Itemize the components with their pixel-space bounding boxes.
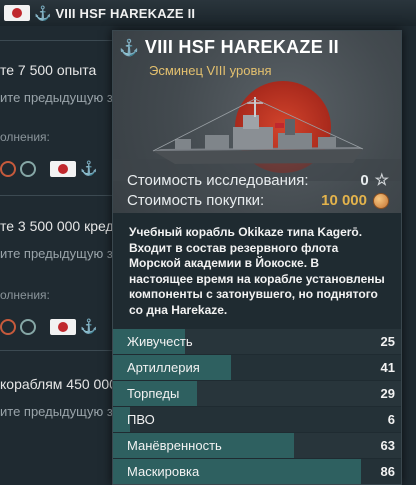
stat-row: Манёвренность 63 xyxy=(113,433,401,458)
purchase-cost-value-group: 10 000 xyxy=(321,192,389,209)
mission-condition-text: ите предыдущую за xyxy=(0,90,121,105)
stat-value: 25 xyxy=(380,334,395,349)
japan-flag-icon xyxy=(50,160,76,177)
stat-label: Манёвренность xyxy=(127,438,222,453)
research-cost-value-group: 0 ☆ xyxy=(360,170,389,190)
ship-tooltip-header: ⚓ VIII HSF HAREKAZE II Эсминец VIII уров… xyxy=(113,31,401,213)
mission-icons-row: ⚓ xyxy=(0,318,97,335)
divider xyxy=(0,195,112,196)
mission-condition-text: ите предыдущую за xyxy=(0,404,121,419)
stat-label: ПВО xyxy=(127,412,155,427)
ship-class-level: Эсминец VIII уровня xyxy=(149,63,272,78)
commander-icon[interactable] xyxy=(0,160,16,177)
anchor-icon: ⚓ xyxy=(80,160,98,176)
stat-row: Торпеды 29 xyxy=(113,381,401,406)
stat-value: 63 xyxy=(380,438,395,453)
stat-label: Артиллерия xyxy=(127,360,200,375)
experience-star-icon: ☆ xyxy=(374,172,389,189)
purchase-cost-row: Стоимость покупки: 10 000 xyxy=(127,192,389,209)
stat-label: Маскировка xyxy=(127,464,200,479)
stat-label: Торпеды xyxy=(127,386,180,401)
stat-row: Маскировка 86 xyxy=(113,459,401,484)
compass-icon[interactable] xyxy=(20,160,36,177)
stat-value: 29 xyxy=(380,386,395,401)
purchase-cost-value: 10 000 xyxy=(321,192,367,209)
divider xyxy=(0,40,112,41)
anchor-icon: ⚓ xyxy=(119,39,139,57)
page-header: ⚓ VIII HSF HAREKAZE II xyxy=(0,0,416,26)
credits-coin-icon xyxy=(373,192,389,209)
stat-label: Живучесть xyxy=(127,334,193,349)
mission-conditions-label: олнения: xyxy=(0,288,50,302)
research-cost-row: Стоимость исследования: 0 ☆ xyxy=(127,170,389,190)
japan-flag-icon xyxy=(4,5,30,21)
research-cost-value: 0 xyxy=(360,171,369,189)
purchase-cost-label: Стоимость покупки: xyxy=(127,192,265,209)
mission-condition-text: ите предыдущую за xyxy=(0,246,121,261)
stat-row: Артиллерия 41 xyxy=(113,355,401,380)
page-title: VIII HSF HAREKAZE II xyxy=(55,5,196,21)
ship-description: Учебный корабль Okikaze типа Kagerō. Вхо… xyxy=(113,213,401,317)
stat-row: ПВО 6 xyxy=(113,407,401,432)
stat-value: 6 xyxy=(387,412,395,427)
stat-row: Живучесть 25 xyxy=(113,329,401,354)
stat-value: 86 xyxy=(380,464,395,479)
compass-icon[interactable] xyxy=(20,318,36,335)
mission-conditions-label: олнения: xyxy=(0,130,50,144)
research-cost-label: Стоимость исследования: xyxy=(127,171,309,189)
mission-icons-row: ⚓ xyxy=(0,160,97,177)
stat-value: 41 xyxy=(380,360,395,375)
anchor-icon: ⚓ xyxy=(34,4,52,21)
anchor-icon: ⚓ xyxy=(80,318,98,334)
ship-stats: Живучесть 25 Артиллерия 41 Торпеды 29 ПВО 6 Манё… xyxy=(113,329,401,485)
divider xyxy=(0,350,112,351)
japan-flag-icon xyxy=(50,318,76,335)
mission-reward-text: те 7 500 опыта xyxy=(0,62,97,78)
ship-name: VIII HSF HAREKAZE II xyxy=(144,37,339,57)
ship-illustration xyxy=(113,81,401,181)
commander-icon[interactable] xyxy=(0,318,16,335)
ship-tooltip: ⚓ VIII HSF HAREKAZE II Эсминец VIII уров… xyxy=(112,30,402,485)
ship-title-row: ⚓ VIII HSF HAREKAZE II xyxy=(119,37,339,58)
mission-reward-text: те 3 500 000 кред xyxy=(0,218,114,234)
mission-reward-text: кораблям 450 000 xyxy=(0,376,117,392)
